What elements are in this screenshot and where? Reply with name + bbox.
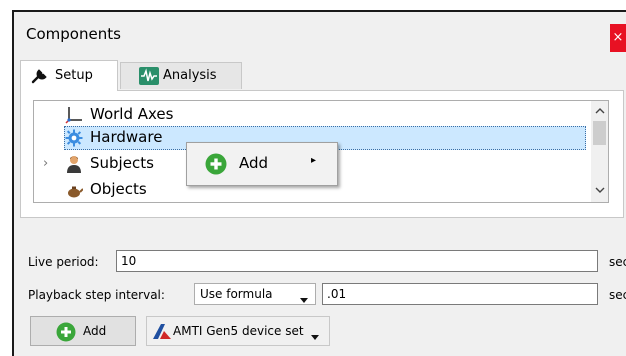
expand-arrow-icon[interactable]: ›	[43, 156, 48, 171]
context-menu-item-add[interactable]: Add ▸	[187, 143, 335, 183]
tree-item-label: Subjects	[90, 154, 154, 172]
device-set-label: AMTI Gen5 device set	[173, 324, 304, 338]
window-title: Components	[26, 25, 121, 43]
close-button[interactable]: ×	[610, 24, 626, 52]
step-mode-value: Use formula	[200, 287, 273, 301]
wrench-icon	[31, 67, 49, 85]
submenu-arrow-icon: ▸	[311, 155, 317, 166]
tree-item-label: World Axes	[90, 105, 174, 123]
add-button-label: Add	[83, 324, 107, 338]
device-set-dropdown[interactable]: AMTI Gen5 device set	[146, 316, 330, 346]
title-bar: Components ×	[14, 12, 626, 58]
step-interval-field[interactable]: .01	[322, 283, 598, 305]
person-icon	[65, 155, 83, 173]
context-menu-item-label: Add	[239, 154, 269, 172]
playback-step-label: Playback step interval:	[28, 288, 165, 302]
tree-item-label: Objects	[90, 180, 147, 198]
tree-item-label: Hardware	[90, 128, 163, 146]
step-interval-unit: sec	[609, 288, 626, 302]
scroll-up-icon[interactable]	[591, 103, 608, 118]
chevron-down-icon	[311, 329, 319, 343]
scroll-down-icon[interactable]	[591, 183, 608, 198]
amti-logo-icon	[153, 324, 171, 339]
tab-label: Setup	[55, 68, 93, 83]
tree-scrollbar[interactable]	[591, 101, 608, 202]
axes-icon	[65, 106, 83, 124]
chevron-down-icon	[300, 292, 308, 306]
waveform-icon	[139, 67, 159, 85]
tree-item[interactable]: World Axes	[34, 103, 590, 127]
tab-label: Analysis	[163, 68, 217, 83]
live-period-label: Live period:	[28, 255, 99, 269]
green-plus-icon	[205, 153, 227, 175]
scroll-thumb[interactable]	[593, 121, 606, 145]
step-mode-select[interactable]: Use formula	[194, 283, 316, 305]
teapot-icon	[65, 181, 84, 199]
add-button[interactable]: Add	[30, 316, 136, 346]
live-period-unit: sec	[609, 255, 626, 269]
live-period-field[interactable]: 10	[116, 250, 598, 272]
close-icon: ×	[612, 30, 624, 45]
context-menu: Add ▸	[186, 142, 338, 186]
green-plus-icon	[56, 322, 76, 342]
tab-setup[interactable]: Setup	[20, 60, 118, 91]
tab-analysis[interactable]: Analysis	[120, 62, 242, 89]
gear-icon	[65, 129, 83, 147]
